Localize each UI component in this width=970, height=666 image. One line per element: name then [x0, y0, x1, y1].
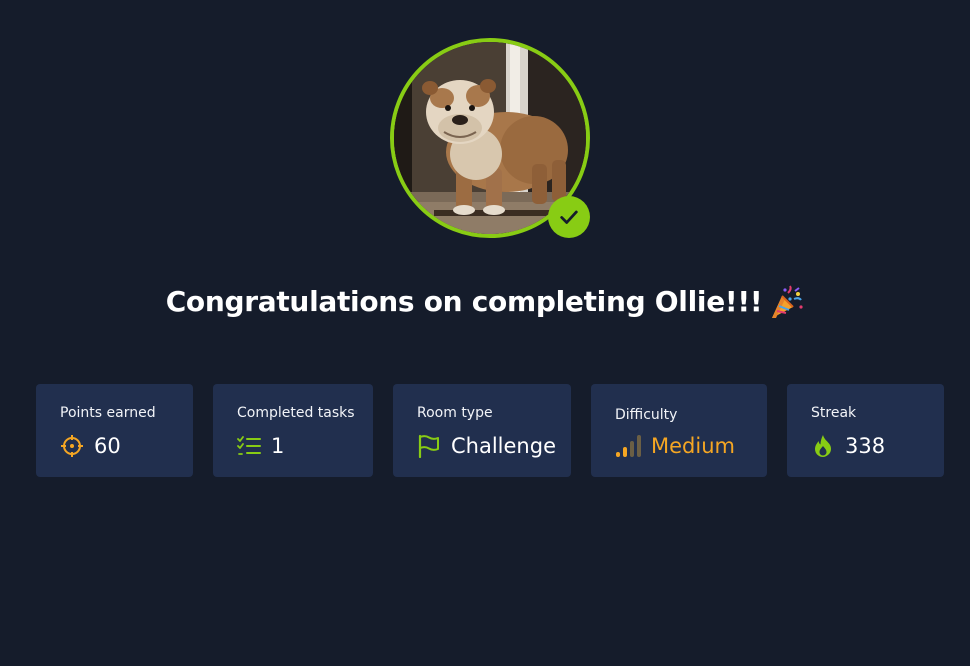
flame-icon	[815, 435, 832, 457]
stat-card-room-type: Room type Challenge	[393, 384, 571, 477]
signal-bars-icon	[616, 435, 641, 457]
stat-label: Room type	[417, 405, 493, 421]
completed-badge	[548, 196, 590, 238]
stat-value: 338	[845, 434, 886, 458]
stat-card-points: Points earned 60	[36, 384, 193, 477]
stat-value: Challenge	[451, 434, 556, 458]
page-title: Congratulations on completing Ollie!!!	[0, 282, 970, 322]
stat-value: Medium	[651, 434, 735, 458]
completion-page: Congratulations on completing Ollie!!! P…	[0, 0, 970, 666]
title-text: Congratulations on completing Ollie!!!	[165, 285, 763, 318]
crosshair-icon	[61, 435, 83, 457]
stat-card-streak: Streak 338	[787, 384, 944, 477]
stat-value: 60	[94, 434, 121, 458]
stat-value: 1	[271, 434, 285, 458]
stat-label: Difficulty	[615, 407, 678, 423]
checklist-icon	[237, 436, 261, 455]
stat-label: Completed tasks	[237, 405, 355, 421]
flag-icon	[418, 434, 439, 458]
stat-label: Streak	[811, 405, 857, 421]
party-popper-icon	[772, 285, 803, 318]
room-avatar	[390, 38, 590, 238]
stat-card-difficulty: Difficulty Medium	[591, 384, 767, 477]
stat-label: Points earned	[60, 405, 156, 421]
checkmark-icon	[560, 210, 578, 224]
stat-card-tasks: Completed tasks 1	[213, 384, 373, 477]
